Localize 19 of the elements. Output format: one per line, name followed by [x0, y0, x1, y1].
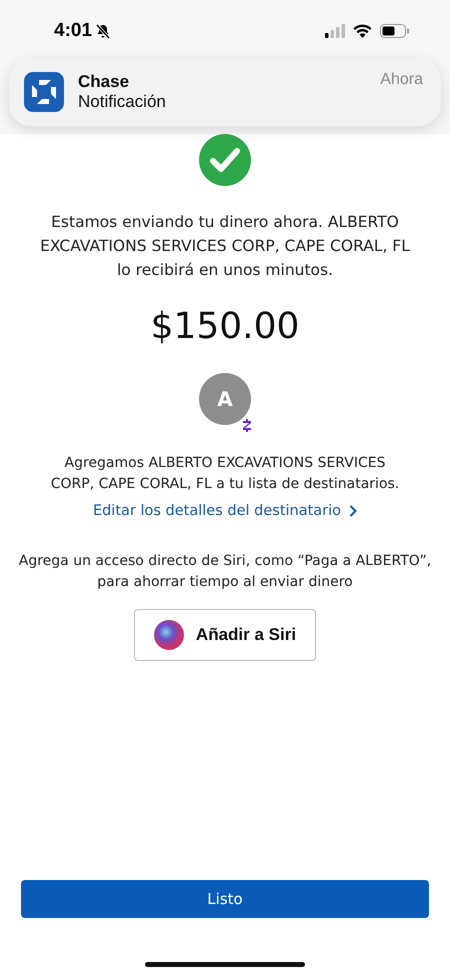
recipient-avatar: A	[199, 373, 251, 425]
signal-icon	[325, 24, 345, 38]
notification-time: Ahora	[380, 71, 423, 89]
wifi-icon	[353, 24, 372, 38]
notification-app-name: Chase	[78, 72, 130, 92]
notification-banner[interactable]: Chase Notificación Ahora	[9, 58, 441, 126]
recipient-added-message: Agregamos ALBERTO EXCAVATIONS SERVICES CORP, CAPE CORAL, FL a tu lista de destinatarios.	[50, 454, 400, 494]
done-button[interactable]: Listo	[21, 880, 429, 918]
app-logo-icon	[24, 72, 64, 112]
amount: $150.00	[150, 306, 300, 347]
notification-message: Notificación	[78, 92, 166, 112]
add-to-siri-button[interactable]: Añadir a Siri	[134, 609, 316, 661]
status-time: 4:01	[54, 20, 92, 42]
confirmation-message: Estamos enviando tu dinero ahora. ALBERTO EXCAVATIONS SERVICES CORP, CAPE CORAL, FL lo recibirá en unos minutos.	[40, 212, 410, 281]
siri-message: Agrega un acceso directo de Siri, como “Paga a ALBERTO”, para ahorrar tiempo al enviar dinero	[18, 552, 432, 592]
chevron-right-icon	[349, 505, 358, 517]
battery-icon	[380, 24, 410, 38]
edit-recipient-link[interactable]: Editar los detalles del destinatario	[92, 503, 358, 519]
siri-icon	[154, 620, 184, 650]
